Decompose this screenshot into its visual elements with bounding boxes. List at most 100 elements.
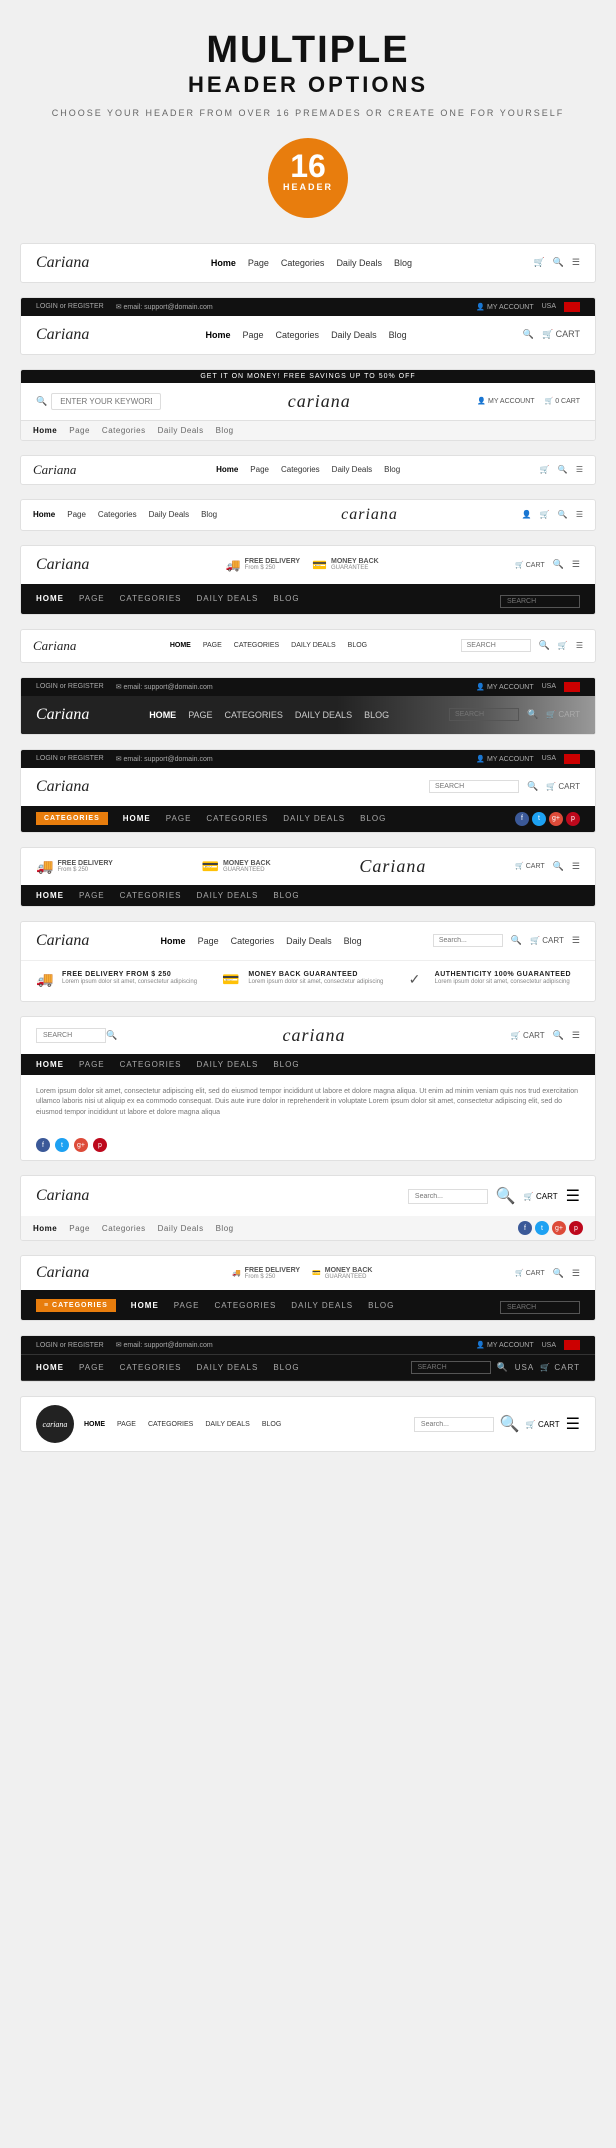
nav-categories-8[interactable]: CATEGORIES (225, 710, 283, 720)
twitter-icon-13[interactable]: t (535, 1221, 549, 1235)
nav-page-2[interactable]: Page (243, 330, 264, 340)
login-register-8[interactable]: LOGIN or REGISTER (36, 683, 104, 690)
pinterest-icon-12[interactable]: p (93, 1138, 107, 1152)
nav-home-10[interactable]: HOME (36, 891, 64, 900)
cart-icon-16[interactable]: 🛒 CART (526, 1420, 560, 1429)
nav-page-4[interactable]: Page (250, 465, 269, 474)
search-icon-4[interactable]: 🔍 (558, 465, 568, 474)
nav-blog-7[interactable]: BLOG (348, 642, 367, 649)
nav-categories-3[interactable]: Categories (102, 426, 146, 435)
nav-home-8[interactable]: HOME (149, 710, 176, 720)
nav-blog-16[interactable]: BLOG (262, 1421, 281, 1428)
nav-categories-10[interactable]: CATEGORIES (120, 891, 182, 900)
cart-icon[interactable]: 🛒 (533, 257, 544, 268)
nav-home-14[interactable]: HOME (131, 1301, 159, 1310)
my-account-15[interactable]: 👤 MY ACCOUNT (476, 1341, 533, 1349)
search-icon-3[interactable]: 🔍 (36, 396, 47, 407)
nav-categories-14[interactable]: CATEGORIES (214, 1301, 276, 1310)
nav-blog-14[interactable]: BLOG (368, 1301, 394, 1310)
login-register-9[interactable]: LOGIN or REGISTER (36, 755, 104, 762)
search-icon[interactable]: 🔍 (553, 257, 564, 268)
nav-blog-2[interactable]: Blog (389, 330, 407, 340)
search-input-6[interactable] (500, 595, 580, 608)
menu-icon-4[interactable]: ☰ (576, 465, 583, 474)
search-input-9[interactable] (429, 780, 519, 793)
search-input-12[interactable] (36, 1028, 106, 1043)
nav-page-9[interactable]: PAGE (166, 814, 192, 823)
cart-icon-12[interactable]: 🛒 CART (511, 1031, 545, 1040)
search-icon-9[interactable]: 🔍 (527, 781, 538, 792)
search-icon-2[interactable]: 🔍 (523, 329, 534, 340)
nav-home-6[interactable]: HOME (36, 594, 64, 603)
nav-page-3[interactable]: Page (69, 426, 90, 435)
nav-daily-deals-16[interactable]: DAILY DEALS (205, 1421, 250, 1428)
nav-categories-15[interactable]: CATEGORIES (120, 1363, 182, 1372)
categories-btn-14[interactable]: ≡ CATEGORIES (36, 1299, 116, 1312)
nav-home[interactable]: Home (211, 258, 236, 268)
nav-daily-deals-5[interactable]: Daily Deals (149, 510, 189, 519)
nav-home-13[interactable]: Home (33, 1224, 57, 1233)
nav-categories-4[interactable]: Categories (281, 465, 320, 474)
currency-9[interactable]: USA (542, 755, 556, 762)
nav-blog-15[interactable]: BLOG (273, 1363, 299, 1372)
cart-label-6[interactable]: 🛒 CART (515, 561, 545, 569)
cart-label-14[interactable]: 🛒 CART (515, 1269, 545, 1277)
facebook-icon-12[interactable]: f (36, 1138, 50, 1152)
nav-page-13[interactable]: Page (69, 1224, 90, 1233)
nav-categories[interactable]: Categories (281, 258, 325, 268)
nav-daily-deals-8[interactable]: DAILY DEALS (295, 710, 352, 720)
nav-daily-deals-10[interactable]: DAILY DEALS (197, 891, 259, 900)
search-input-3[interactable] (51, 393, 161, 410)
nav-home-5[interactable]: Home (33, 510, 55, 519)
menu-icon-12[interactable]: ☰ (572, 1030, 580, 1041)
nav-daily-deals[interactable]: Daily Deals (336, 258, 382, 268)
nav-blog-9[interactable]: BLOG (360, 814, 386, 823)
currency-8[interactable]: USA (542, 683, 556, 690)
nav-categories-16[interactable]: CATEGORIES (148, 1421, 193, 1428)
search-icon-11[interactable]: 🔍 (511, 935, 522, 946)
menu-icon-7[interactable]: ☰ (576, 641, 583, 650)
cart-icon-9[interactable]: 🛒 CART (546, 782, 580, 791)
nav-page[interactable]: Page (248, 258, 269, 268)
nav-blog-10[interactable]: BLOG (273, 891, 299, 900)
currency-15[interactable]: USA (542, 1342, 556, 1349)
nav-blog-8[interactable]: BLOG (364, 710, 389, 720)
nav-categories-6[interactable]: CATEGORIES (120, 594, 182, 603)
nav-categories-9[interactable]: CATEGORIES (206, 814, 268, 823)
menu-icon-6[interactable]: ☰ (572, 559, 580, 570)
menu-icon-13[interactable]: ☰ (566, 1186, 580, 1206)
menu-icon-14[interactable]: ☰ (572, 1268, 580, 1279)
login-register-link[interactable]: LOGIN or REGISTER (36, 303, 104, 310)
search-input-13[interactable] (408, 1189, 488, 1204)
nav-page-5[interactable]: Page (67, 510, 86, 519)
currency-flag-15[interactable]: USA (515, 1363, 534, 1372)
search-input-11[interactable] (433, 934, 503, 947)
search-icon-12b[interactable]: 🔍 (553, 1030, 564, 1041)
nav-page-8[interactable]: PAGE (188, 710, 212, 720)
search-input-14[interactable] (500, 1301, 580, 1314)
nav-page-16[interactable]: PAGE (117, 1421, 136, 1428)
nav-page-7[interactable]: PAGE (203, 642, 222, 649)
nav-daily-deals-7[interactable]: DAILY DEALS (291, 642, 336, 649)
nav-home-16[interactable]: HOME (84, 1421, 105, 1428)
search-icon-16[interactable]: 🔍 (500, 1414, 520, 1434)
search-icon-6[interactable]: 🔍 (553, 559, 564, 570)
search-icon-8[interactable]: 🔍 (527, 709, 538, 720)
nav-page-10[interactable]: PAGE (79, 891, 105, 900)
search-input-16[interactable] (414, 1417, 494, 1432)
search-input-7[interactable] (461, 639, 531, 652)
search-icon-14[interactable]: 🔍 (553, 1268, 564, 1279)
nav-page-15[interactable]: PAGE (79, 1363, 105, 1372)
nav-home-15[interactable]: HOME (36, 1363, 64, 1372)
menu-icon-11[interactable]: ☰ (572, 935, 580, 946)
search-icon-10[interactable]: 🔍 (553, 861, 564, 872)
nav-blog-11[interactable]: Blog (344, 936, 362, 946)
cart-icon-8[interactable]: 🛒 CART (546, 710, 580, 719)
nav-categories-12[interactable]: CATEGORIES (120, 1060, 182, 1069)
nav-categories-5[interactable]: Categories (98, 510, 137, 519)
categories-btn-9[interactable]: CATEGORIES (36, 812, 108, 825)
gplus-icon-13[interactable]: g+ (552, 1221, 566, 1235)
cart-3[interactable]: 🛒 0 CART (545, 397, 580, 405)
menu-icon-10[interactable]: ☰ (572, 861, 580, 872)
my-account-link[interactable]: 👤 MY ACCOUNT (476, 303, 533, 311)
